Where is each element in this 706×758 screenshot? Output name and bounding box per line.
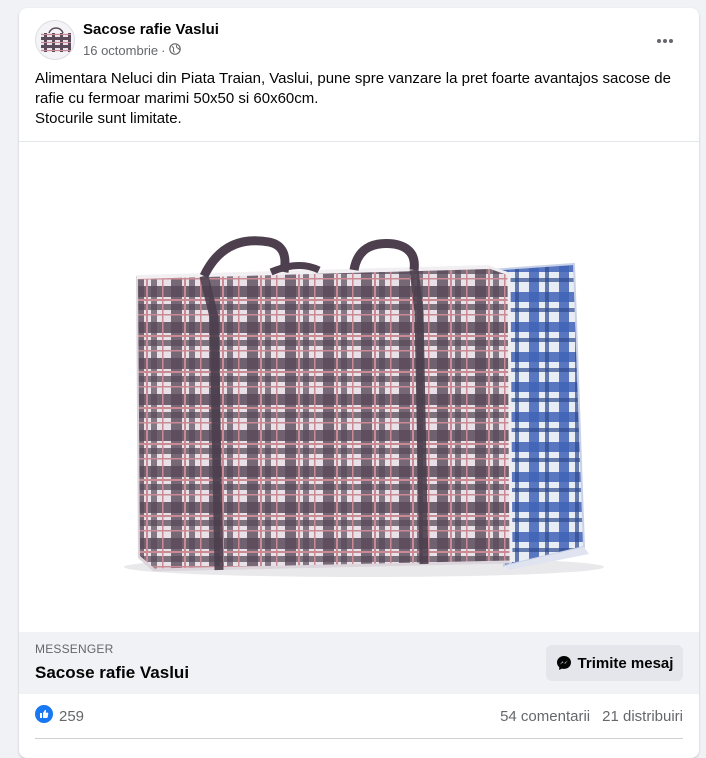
- comments-count[interactable]: 54 comentarii: [500, 708, 590, 725]
- more-options-button[interactable]: [647, 23, 683, 59]
- send-message-label: Trimite mesaj: [577, 654, 674, 672]
- meta-separator: ·: [161, 42, 166, 58]
- avatar-bag-image: [36, 21, 74, 59]
- like-icon[interactable]: [35, 705, 53, 727]
- page-avatar[interactable]: [35, 20, 75, 60]
- bags-photo: [19, 142, 699, 632]
- cta-label: MESSENGER: [35, 642, 114, 656]
- ellipsis-icon: [657, 39, 673, 43]
- reactions-bar: 259 54 comentarii 21 distribuiri: [35, 694, 683, 738]
- like-count[interactable]: 259: [59, 708, 84, 725]
- actions-divider: [35, 738, 683, 739]
- post-date[interactable]: 16 octombrie: [83, 43, 158, 58]
- front-bag-plaid: [135, 236, 513, 572]
- post-card: Sacose rafie Vaslui 16 octombrie · Alime…: [19, 8, 699, 758]
- post-text-line: Alimentara Neluci din Piata Traian, Vasl…: [35, 70, 671, 107]
- post-text-line: Stocurile sunt limitate.: [35, 110, 182, 127]
- globe-icon: [168, 42, 181, 58]
- messenger-icon: [556, 656, 571, 670]
- shares-count[interactable]: 21 distribuiri: [602, 708, 683, 725]
- cta-title[interactable]: Sacose rafie Vaslui: [35, 663, 189, 683]
- post-meta: 16 octombrie ·: [83, 42, 181, 58]
- messenger-cta: MESSENGER Sacose rafie Vaslui Trimite me…: [19, 632, 699, 694]
- post-header: Sacose rafie Vaslui 16 octombrie ·: [19, 8, 699, 68]
- page-name-link[interactable]: Sacose rafie Vaslui: [83, 21, 219, 38]
- send-message-button[interactable]: Trimite mesaj: [546, 645, 683, 681]
- post-text: Alimentara Neluci din Piata Traian, Vasl…: [35, 69, 685, 129]
- post-image[interactable]: [19, 141, 699, 632]
